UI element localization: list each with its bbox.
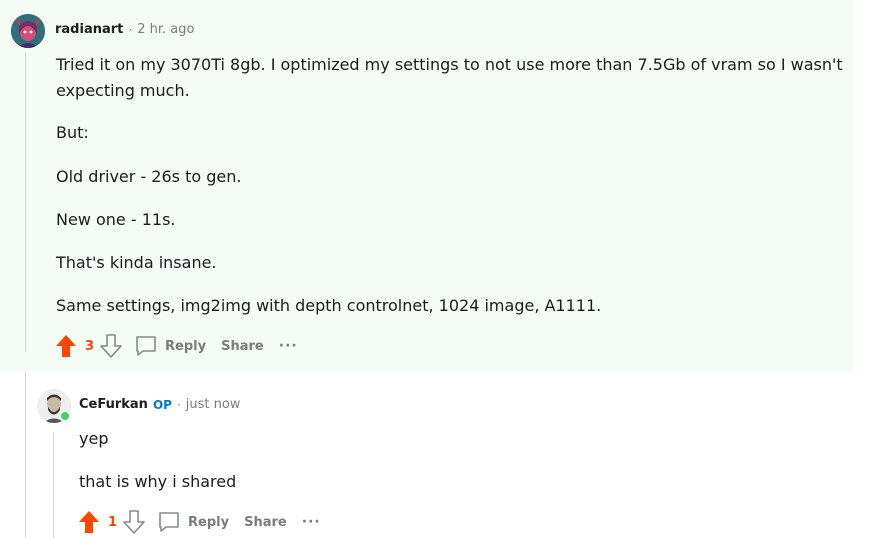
- comment-text-line: Same settings, img2img with depth contro…: [56, 296, 602, 315]
- comment-text-line: expecting much.: [56, 81, 190, 100]
- reply-button[interactable]: Reply: [134, 334, 206, 358]
- comment-text-line: But:: [56, 123, 89, 142]
- vote-score: 3: [85, 338, 95, 354]
- upvote-arrow-icon: [79, 511, 99, 533]
- comment-actions: 3 Reply Share ···: [53, 332, 298, 360]
- downvote-button[interactable]: [98, 333, 124, 359]
- upvote-arrow-icon: [56, 335, 76, 357]
- comment-bubble-icon: [159, 512, 179, 532]
- comment-text-line: New one - 11s.: [56, 210, 176, 229]
- thread-line[interactable]: [53, 432, 54, 538]
- op-badge: OP: [152, 397, 172, 412]
- comment-meta: CeFurkan OP · just now: [79, 397, 240, 412]
- share-label: Share: [244, 514, 287, 530]
- comment-actions: 1 Reply Share ···: [76, 508, 321, 536]
- downvote-button[interactable]: [121, 509, 147, 535]
- share-button[interactable]: Share: [221, 339, 264, 354]
- reply-label: Reply: [165, 338, 207, 354]
- thread-line[interactable]: [25, 52, 26, 352]
- vote-score: 1: [108, 514, 118, 530]
- separator: ·: [128, 22, 133, 37]
- comment-text-line: Old driver - 26s to gen.: [56, 167, 242, 186]
- upvote-button[interactable]: [53, 333, 79, 359]
- downvote-arrow-icon: [100, 334, 122, 358]
- comment-text-line: that is why i shared: [79, 472, 237, 491]
- separator: ·: [176, 397, 181, 412]
- avatar-image: [11, 14, 45, 48]
- timestamp[interactable]: just now: [186, 397, 241, 412]
- comment-text-line: yep: [79, 429, 109, 448]
- comment-radianart: radianart · 2 hr. ago Tried it on my 307…: [0, 0, 853, 372]
- thread-line[interactable]: [25, 372, 26, 538]
- share-button[interactable]: Share: [244, 515, 287, 530]
- reply-label: Reply: [188, 514, 230, 530]
- author-name[interactable]: CeFurkan: [79, 397, 148, 412]
- downvote-arrow-icon: [123, 510, 145, 534]
- comment-text-line: Tried it on my 3070Ti 8gb. I optimized m…: [56, 55, 843, 74]
- online-status-icon: [59, 410, 71, 422]
- upvote-button[interactable]: [76, 509, 102, 535]
- comment-meta: radianart · 2 hr. ago: [55, 22, 194, 37]
- author-name[interactable]: radianart: [55, 22, 123, 37]
- comment-text-line: That's kinda insane.: [56, 253, 217, 272]
- more-options-icon[interactable]: ···: [279, 338, 298, 354]
- timestamp[interactable]: 2 hr. ago: [137, 22, 194, 37]
- avatar[interactable]: [11, 14, 45, 48]
- more-options-icon[interactable]: ···: [302, 514, 321, 530]
- share-label: Share: [221, 338, 264, 354]
- comment-bubble-icon: [136, 336, 156, 356]
- reply-button[interactable]: Reply: [157, 510, 229, 534]
